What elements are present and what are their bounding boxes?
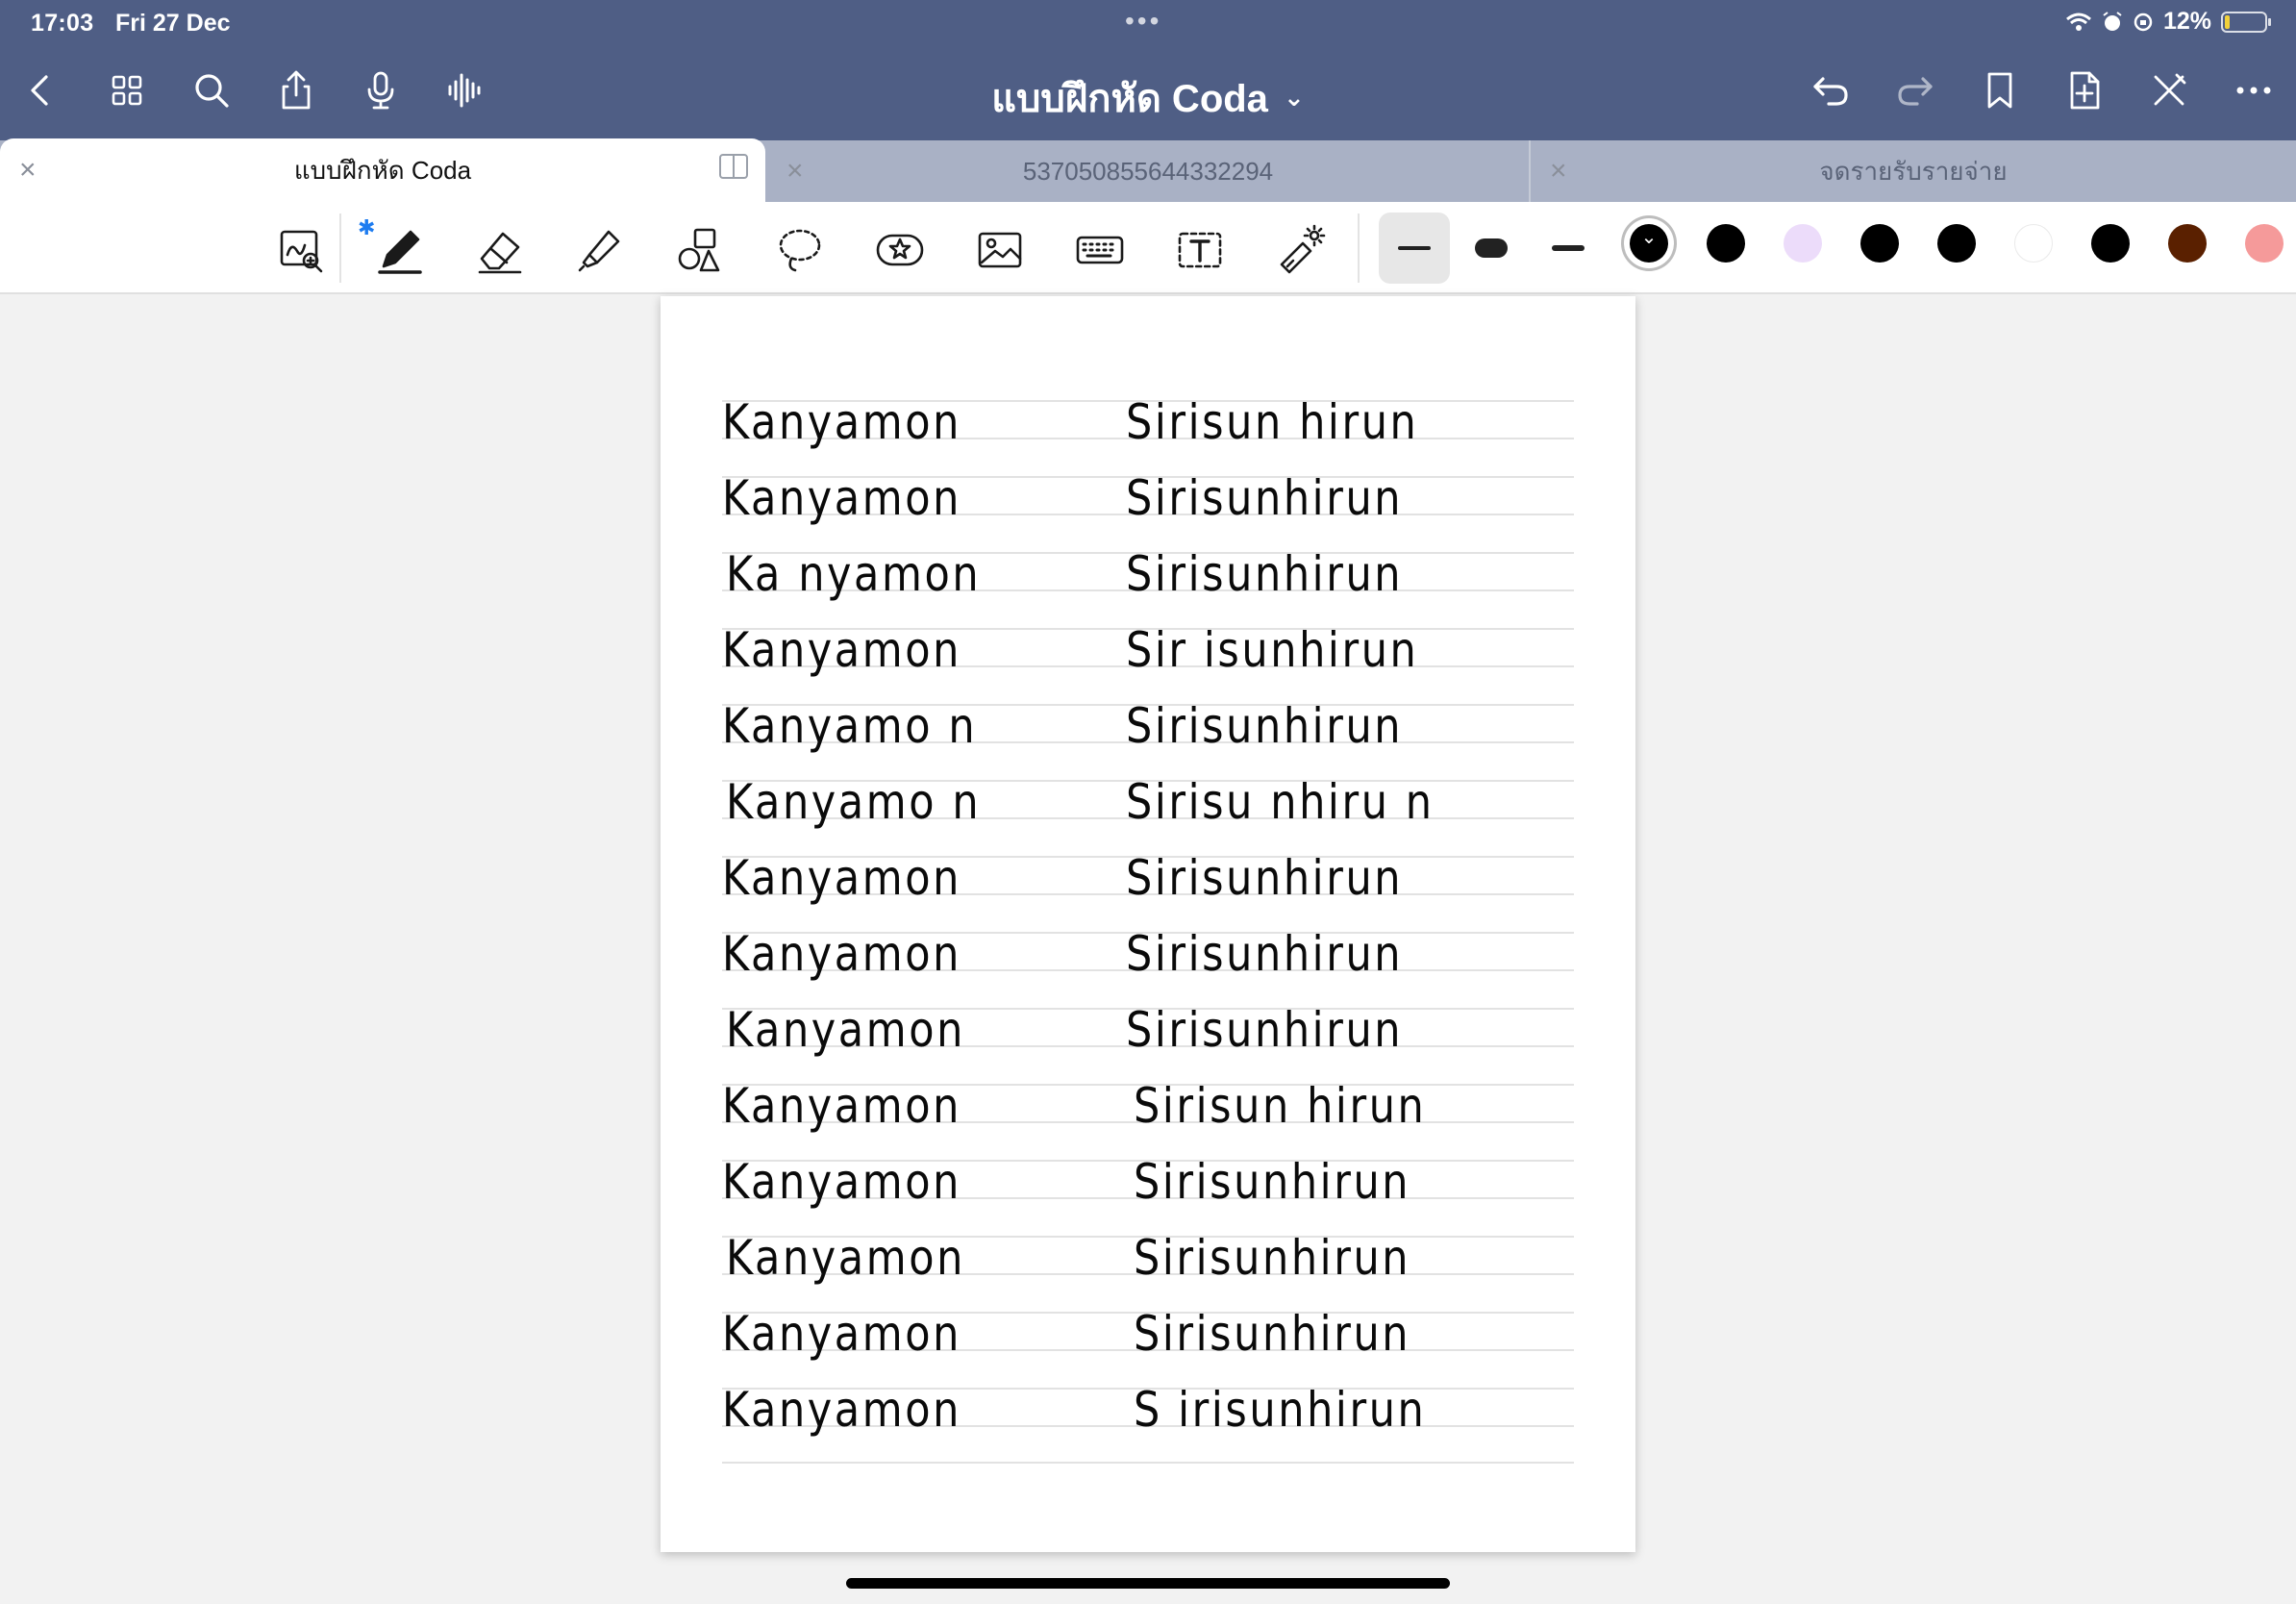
highlighter-icon[interactable] [569, 219, 631, 281]
grid-icon[interactable] [100, 63, 154, 117]
shapes-icon[interactable] [669, 219, 731, 281]
handwritten-last-name: Sirisunhirun [1126, 470, 1404, 526]
handwritten-first-name: Kanyamon [722, 850, 961, 906]
handwritten-last-name: Sirisunhirun [1126, 1002, 1404, 1058]
handwritten-last-name: Sirisunhirun [1126, 850, 1404, 906]
ruled-line [722, 1462, 1574, 1464]
tab-label[interactable]: แบบฝึกหัด Coda [294, 151, 471, 190]
handwritten-first-name: Kanyamon [722, 1078, 961, 1134]
close-tab-icon[interactable]: × [1550, 155, 1567, 188]
handwritten-first-name: Kanyamo n [726, 774, 982, 830]
handwritten-first-name: Kanyamon [726, 1230, 965, 1286]
handwritten-last-name: Sir isunhirun [1126, 622, 1419, 678]
status-indicators: 12% [2065, 8, 2271, 36]
redo-icon[interactable] [1888, 63, 1942, 117]
status-date: Fri 27 Dec [115, 10, 231, 37]
close-tab-icon[interactable]: × [786, 155, 804, 188]
battery-icon [2221, 11, 2271, 33]
notebook-page[interactable]: Kanyamon Sirisun hirun Kanyamon Sirisunhiru… [661, 296, 1635, 1552]
battery-percent: 12% [2162, 8, 2211, 35]
handwritten-last-name: Sirisun hirun [1134, 1078, 1427, 1134]
handwritten-last-name: Sirisunhirun [1134, 1230, 1411, 1286]
battery-level [2225, 14, 2230, 29]
handwritten-last-name: Sirisunhirun [1134, 1154, 1411, 1210]
search-icon[interactable] [185, 63, 238, 117]
microphone-icon[interactable] [354, 63, 408, 117]
handwritten-first-name: Kanyamon [722, 622, 961, 678]
document-title-menu[interactable]: แบบฝึกหัด Coda ⌄ [0, 67, 2296, 129]
sticker-icon[interactable] [869, 219, 931, 281]
handwritten-last-name: Sirisun hirun [1126, 394, 1419, 450]
orientation-lock-icon [2134, 13, 2153, 31]
wifi-icon [2065, 13, 2091, 31]
color-swatch[interactable] [2168, 224, 2207, 263]
image-icon[interactable] [969, 219, 1031, 281]
handwritten-last-name: Sirisu nhiru n [1126, 774, 1435, 830]
share-icon[interactable] [269, 63, 323, 117]
home-indicator[interactable] [846, 1578, 1450, 1589]
tab-label[interactable]: จดรายรับรายจ่าย [1819, 152, 2007, 191]
multitasking-dots[interactable]: ••• [1125, 6, 1161, 37]
handwritten-first-name: Kanyamon [722, 1154, 961, 1210]
alarm-icon [2103, 11, 2122, 31]
tab-strip: × แบบฝึกหัด Coda × 537050855644332294 × … [0, 138, 2296, 202]
handwritten-first-name: Kanyamon [722, 1382, 961, 1438]
handwritten-first-name: Kanyamo n [722, 698, 978, 754]
thickness-option-medium[interactable] [1552, 245, 1585, 251]
color-swatch[interactable] [2014, 224, 2053, 263]
handwritten-last-name: Sirisunhirun [1126, 546, 1404, 602]
handwritten-last-name: Sirisunhirun [1126, 698, 1404, 754]
handwritten-first-name: Kanyamon [722, 1306, 961, 1362]
laser-pointer-icon[interactable] [1269, 219, 1331, 281]
handwritten-first-name: Kanyamon [726, 1002, 965, 1058]
color-swatch[interactable] [1784, 224, 1822, 263]
bookmark-icon[interactable] [1973, 63, 2027, 117]
back-icon[interactable] [13, 63, 67, 117]
tab-label[interactable]: 537050855644332294 [1023, 157, 1273, 187]
handwritten-first-name: Kanyamon [722, 394, 961, 450]
close-tab-icon[interactable]: × [19, 154, 37, 187]
keyboard-icon[interactable] [1069, 219, 1131, 281]
handwritten-first-name: Ka nyamon [726, 546, 982, 602]
text-box-icon[interactable] [1169, 219, 1231, 281]
color-swatch[interactable] [2245, 224, 2284, 263]
add-page-icon[interactable] [2058, 63, 2111, 117]
zoom-window-icon[interactable] [271, 219, 333, 281]
chevron-down-icon[interactable]: ⌄ [1284, 83, 1305, 112]
top-bar: 17:03 Fri 27 Dec ••• 12% แบบฝึกหัด Coda ⌄ [0, 0, 2296, 140]
more-icon[interactable] [2227, 63, 2281, 117]
handwritten-last-name: Sirisunhirun [1134, 1306, 1411, 1362]
pen-icon[interactable] [369, 219, 431, 281]
undo-icon[interactable] [1804, 63, 1858, 117]
thickness-option-thick[interactable] [1475, 238, 1508, 258]
handwritten-last-name: S irisunhirun [1134, 1382, 1427, 1438]
color-swatch-selected[interactable] [1630, 224, 1668, 263]
lasso-icon[interactable] [769, 219, 831, 281]
color-swatch[interactable] [1707, 224, 1745, 263]
color-swatch[interactable] [1860, 224, 1899, 263]
split-view-icon[interactable] [719, 154, 748, 179]
color-swatch[interactable] [1937, 224, 1976, 263]
handwritten-last-name: Sirisunhirun [1126, 926, 1404, 982]
status-time: 17:03 [31, 10, 94, 37]
toolbar-divider [339, 213, 341, 283]
tab-active[interactable]: × แบบฝึกหัด Coda [0, 138, 765, 202]
handwritten-first-name: Kanyamon [722, 470, 961, 526]
eraser-icon[interactable] [469, 219, 531, 281]
document-title[interactable]: แบบฝึกหัด Coda [991, 78, 1268, 120]
waveform-icon[interactable] [438, 63, 492, 117]
tab-second[interactable]: × 537050855644332294 [767, 140, 1529, 202]
color-swatch[interactable] [2091, 224, 2130, 263]
handwritten-first-name: Kanyamon [722, 926, 961, 982]
tab-third[interactable]: × จดรายรับรายจ่าย [1531, 140, 2296, 202]
close-pen-icon[interactable] [2142, 63, 2196, 117]
thickness-thin-mark [1398, 246, 1431, 250]
toolbar-divider [1358, 213, 1360, 283]
